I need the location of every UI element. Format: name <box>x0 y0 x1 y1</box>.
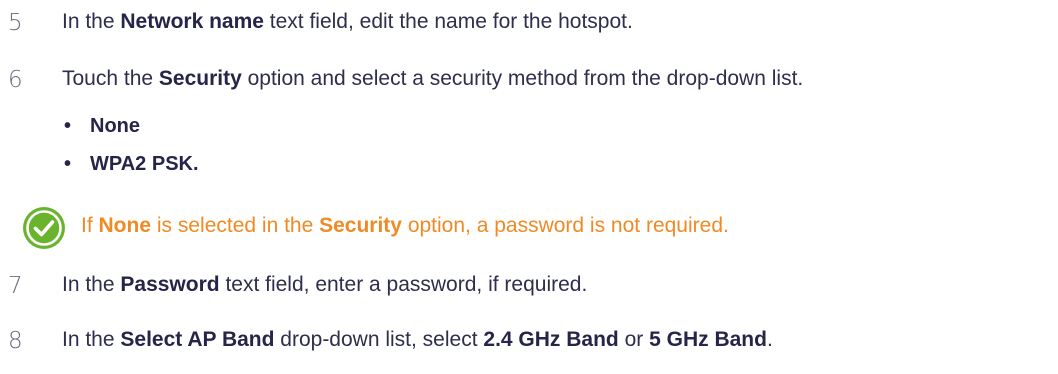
step-number: 6 <box>8 67 23 93</box>
step-text: In the Network name text field, edit the… <box>62 10 633 33</box>
bullet-icon: • <box>64 153 72 175</box>
step-number: 8 <box>8 328 23 354</box>
step-number: 7 <box>8 273 23 299</box>
bullet-icon: • <box>64 115 72 137</box>
band-option: 2.4 GHz Band <box>483 328 619 351</box>
step-number: 5 <box>8 10 23 36</box>
note-text: If None is selected in the Security opti… <box>81 214 729 237</box>
list-item: • None <box>64 115 140 137</box>
band-option: 5 GHz Band <box>649 328 767 351</box>
list-item: • WPA2 PSK. <box>64 153 199 175</box>
checkmark-circle-icon <box>23 207 65 249</box>
note-callout: If None is selected in the Security opti… <box>0 203 1058 253</box>
field-name: Password <box>120 273 220 296</box>
option-name: Security <box>158 67 242 90</box>
step-text: In the Password text field, enter a pass… <box>62 273 588 296</box>
field-name: Network name <box>120 10 264 33</box>
step-text: In the Select AP Band drop-down list, se… <box>62 328 773 351</box>
field-name: Select AP Band <box>120 328 275 351</box>
step-text: Touch the Security option and select a s… <box>62 67 804 90</box>
